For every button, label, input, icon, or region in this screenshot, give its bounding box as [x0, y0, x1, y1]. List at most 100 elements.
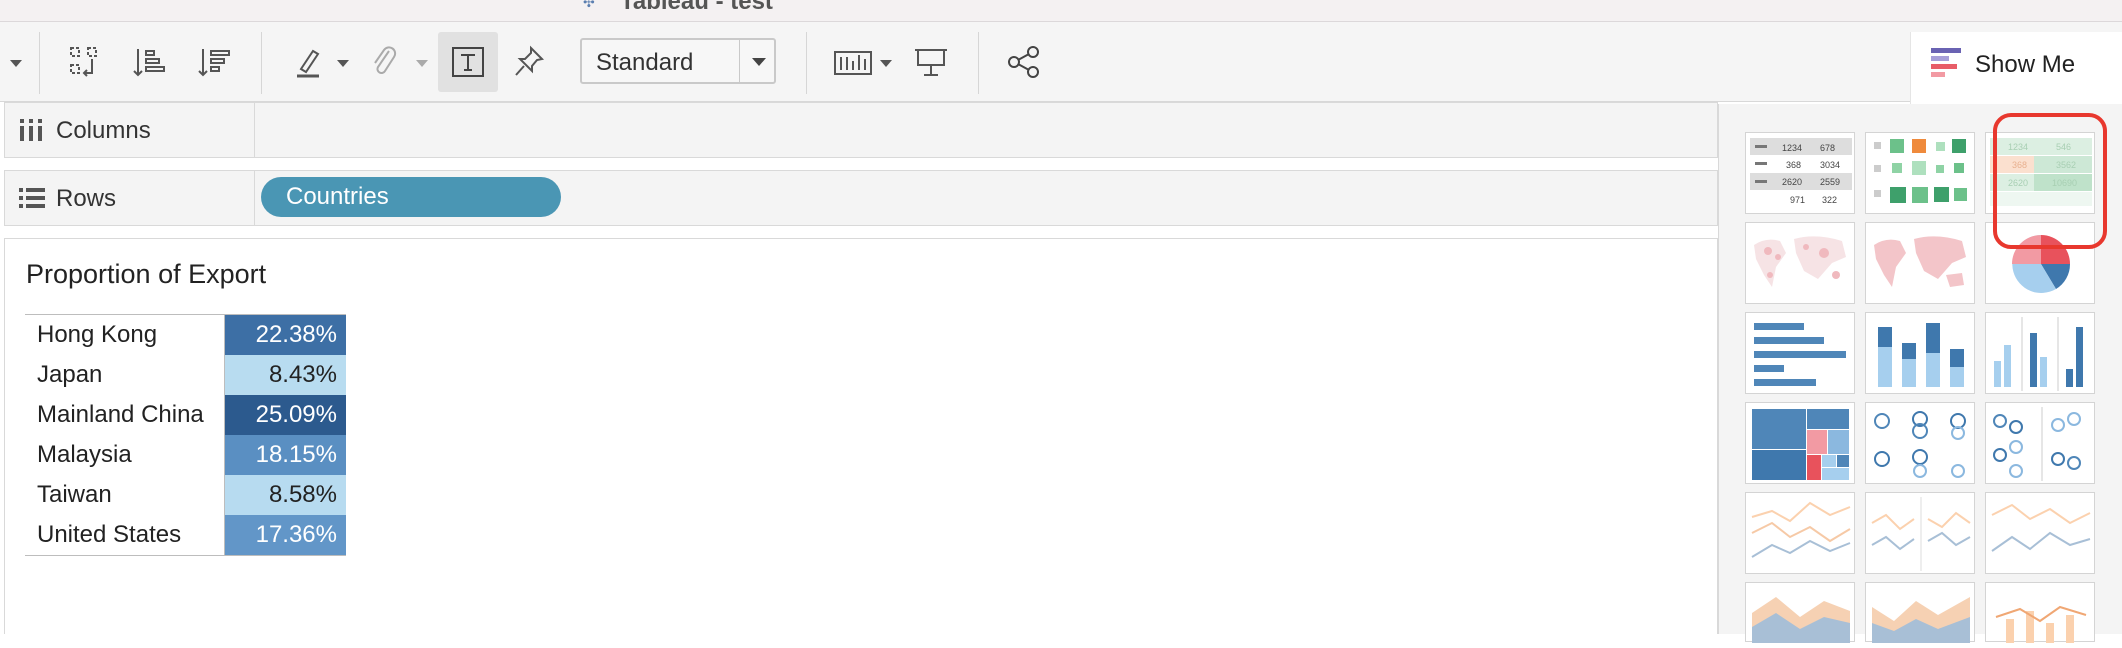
text-table-cell: 2620: [1782, 177, 1802, 187]
table-row[interactable]: Taiwan 8.58%: [25, 475, 346, 515]
tile-horizontal-bars[interactable]: [1745, 312, 1855, 394]
tile-filled-map[interactable]: [1865, 222, 1975, 304]
toolbar: Standard: [0, 22, 2122, 102]
chevron-down-icon[interactable]: [337, 60, 349, 67]
tile-continuous-area[interactable]: [1745, 582, 1855, 643]
text-table-icon: 1234 678 368 3034 2620 2559 971 322: [1750, 138, 1852, 205]
columns-shelf[interactable]: Columns: [4, 102, 1718, 158]
country-name: Hong Kong: [25, 315, 225, 355]
export-proportion-cell[interactable]: 25.09%: [225, 395, 346, 435]
tile-symbol-map[interactable]: [1745, 222, 1855, 304]
export-proportion-cell[interactable]: 18.15%: [225, 435, 346, 475]
text-table-cell: 1234: [1782, 143, 1802, 153]
country-name: Mainland China: [25, 395, 225, 435]
window-title: Tableau - test: [620, 0, 773, 15]
toolbar-divider: [39, 32, 40, 94]
side-by-side-bars-icon: [1994, 317, 2083, 391]
rows-label: Rows: [56, 185, 117, 212]
table-row[interactable]: Malaysia 18.15%: [25, 435, 346, 475]
tile-symbol-map-squares[interactable]: [1865, 132, 1975, 214]
show-mark-labels-button[interactable]: [438, 32, 498, 92]
presentation-mode-button[interactable]: [904, 36, 958, 88]
tile-side-by-side-bars[interactable]: [1985, 312, 2095, 394]
continuous-lines-icon: [1751, 501, 1851, 558]
chevron-down-icon[interactable]: [880, 60, 892, 67]
table-row[interactable]: United States 17.36%: [25, 515, 346, 555]
share-button[interactable]: [997, 36, 1051, 88]
area-chart-icon: [1752, 597, 1850, 643]
rows-shelf-label: Rows: [5, 171, 255, 225]
toolbar-divider: [806, 32, 807, 94]
swap-rows-columns-button[interactable]: [59, 36, 113, 88]
cards-icon: [834, 51, 872, 75]
export-proportion-cell[interactable]: 8.58%: [225, 475, 346, 515]
country-name: Japan: [25, 355, 225, 395]
filled-map-icon: [1874, 236, 1966, 287]
share-icon: [1008, 46, 1039, 78]
text-label-icon: [452, 47, 484, 77]
text-table-cell: 678: [1820, 143, 1835, 153]
export-proportion-cell[interactable]: 22.38%: [225, 315, 346, 355]
highlight-button[interactable]: [282, 36, 336, 88]
country-name: Taiwan: [25, 475, 225, 515]
sort-ascending-icon: [133, 49, 165, 77]
toolbar-divider: [261, 32, 262, 94]
columns-label: Columns: [56, 117, 151, 144]
columns-shelf-label: Columns: [5, 103, 255, 157]
stacked-bars-icon: [1878, 323, 1964, 387]
tile-side-by-side-circles[interactable]: [1985, 402, 2095, 484]
paperclip-icon: [374, 46, 397, 74]
text-table-cell: 368: [1786, 160, 1801, 170]
toolbar-divider: [978, 32, 979, 94]
tile-stacked-bars[interactable]: [1865, 312, 1975, 394]
text-table-cell: 322: [1822, 195, 1837, 205]
highlighter-icon: [297, 49, 320, 78]
text-table-cell: 971: [1790, 195, 1805, 205]
tableau-logo-icon: ✣: [583, 0, 595, 10]
text-table-cell: 3034: [1820, 160, 1840, 170]
countries-pill[interactable]: Countries: [261, 177, 561, 217]
export-proportion-cell[interactable]: 8.43%: [225, 355, 346, 395]
export-proportion-cell[interactable]: 17.36%: [225, 515, 346, 555]
treemap-icon: [1752, 409, 1849, 480]
pin-icon: [515, 45, 545, 76]
fit-dropdown[interactable]: Standard: [580, 38, 776, 84]
tile-discrete-lines[interactable]: [1865, 492, 1975, 574]
table-row[interactable]: Japan 8.43%: [25, 355, 346, 395]
sort-descending-button[interactable]: [188, 36, 242, 88]
dual-combination-icon: [1995, 605, 2087, 643]
dropdown-divider: [739, 40, 740, 82]
sort-descending-icon: [198, 49, 230, 77]
heat-map-icon: [1874, 139, 1967, 203]
tile-continuous-lines[interactable]: [1745, 492, 1855, 574]
table-row[interactable]: Hong Kong 22.38%: [25, 315, 346, 355]
rows-shelf[interactable]: Rows Countries: [4, 170, 1718, 226]
highlight-table: Hong Kong 22.38% Japan 8.43% Mainland China 2…: [25, 315, 346, 555]
tile-dual-lines[interactable]: [1985, 492, 2095, 574]
symbol-map-icon: [1754, 236, 1846, 287]
fix-axes-button[interactable]: [502, 36, 556, 88]
discrete-lines-icon: [1871, 497, 1971, 571]
rows-icon: [19, 188, 45, 208]
tile-discrete-area[interactable]: [1865, 582, 1975, 643]
chevron-down-icon: [416, 60, 428, 67]
chevron-down-icon: [752, 58, 766, 66]
table-row[interactable]: Mainland China 25.09%: [25, 395, 346, 435]
circle-views-icon: [1874, 411, 1966, 478]
sort-ascending-button[interactable]: [123, 36, 177, 88]
tile-dual-combination[interactable]: [1985, 582, 2095, 643]
swap-icon: [70, 47, 97, 77]
dual-lines-icon: [1991, 503, 2091, 552]
columns-icon: [20, 119, 42, 141]
side-by-side-circles-icon: [1993, 407, 2081, 481]
tile-circle-views[interactable]: [1865, 402, 1975, 484]
show-me-tab[interactable]: Show Me: [1910, 32, 2122, 104]
tile-treemap[interactable]: [1745, 402, 1855, 484]
worksheet-view: Proportion of Export Hong Kong 22.38% Japa…: [4, 238, 1718, 634]
worksheet-title: Proportion of Export: [26, 259, 267, 289]
show-cards-button[interactable]: [826, 36, 880, 88]
chevron-down-icon[interactable]: [10, 60, 22, 67]
group-members-button[interactable]: [358, 36, 412, 88]
presentation-icon: [915, 49, 947, 76]
tile-text-table[interactable]: 1234 678 368 3034 2620 2559 971 322: [1745, 132, 1855, 214]
